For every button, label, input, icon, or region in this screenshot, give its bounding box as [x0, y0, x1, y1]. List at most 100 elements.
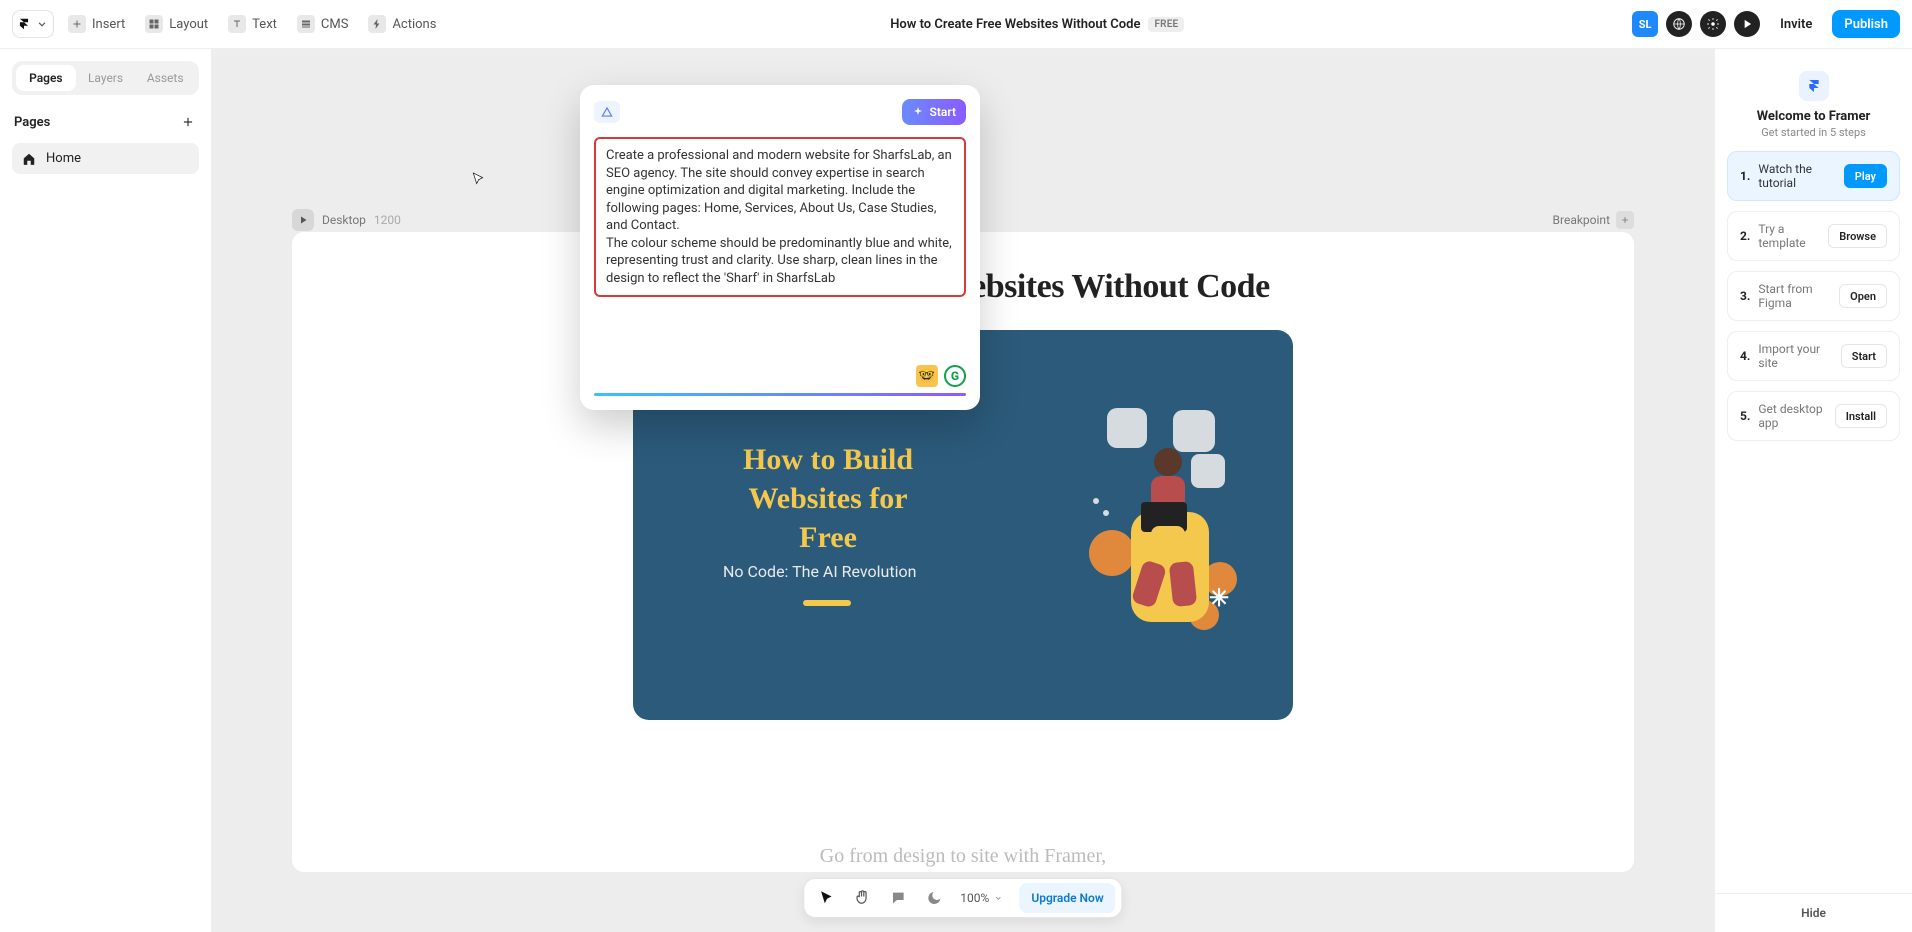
comment-icon	[890, 890, 906, 906]
bp-device-label: Desktop	[322, 213, 366, 227]
layout-icon	[145, 15, 163, 33]
tool-comment-button[interactable]	[882, 882, 914, 914]
cms-icon	[297, 15, 315, 33]
step-play-button[interactable]: Play	[1844, 164, 1887, 188]
insert-label: Insert	[92, 17, 125, 32]
hero-title: How to Build Websites for Free	[743, 440, 913, 557]
step-install-button[interactable]: Install	[1835, 404, 1887, 428]
text-menu[interactable]: Text	[222, 10, 283, 38]
hand-icon	[853, 889, 871, 907]
hero-dot	[1093, 498, 1099, 504]
tool-pan-button[interactable]	[846, 882, 878, 914]
moon-icon	[926, 890, 942, 906]
right-panel-header: Welcome to Framer Get started in 5 steps	[1715, 49, 1912, 151]
cursor-icon	[817, 889, 835, 907]
ai-prompt-modal: Start Create a professional and modern w…	[580, 85, 980, 410]
grammarly-icon[interactable]: G	[944, 365, 966, 387]
hero-line3: Free	[743, 518, 913, 557]
tab-pages[interactable]: Pages	[16, 65, 76, 91]
step-desktop-app[interactable]: 5. Get desktop app Install	[1727, 391, 1900, 441]
ai-gradient-bar	[594, 393, 966, 396]
add-breakpoint-button[interactable]	[1616, 211, 1634, 229]
step-open-button[interactable]: Open	[1839, 284, 1887, 308]
hero-underline	[803, 600, 851, 606]
cms-menu[interactable]: CMS	[291, 10, 355, 38]
tab-layers[interactable]: Layers	[76, 65, 136, 91]
publish-button[interactable]: Publish	[1832, 10, 1900, 38]
add-page-button[interactable]	[179, 113, 197, 131]
tool-select-button[interactable]	[810, 882, 842, 914]
emoji-icon[interactable]: 🤓	[916, 365, 938, 387]
user-avatar[interactable]: SL	[1632, 11, 1658, 37]
text-label: Text	[252, 17, 277, 32]
workspace: Pages Layers Assets Pages Home Desktop 1…	[0, 49, 1912, 932]
step-start-button[interactable]: Start	[1841, 344, 1887, 368]
preview-button[interactable]	[1734, 11, 1760, 37]
invite-button[interactable]: Invite	[1768, 10, 1824, 38]
step-try-template[interactable]: 2. Try a template Browse	[1727, 211, 1900, 261]
ai-start-button[interactable]: Start	[902, 99, 966, 125]
step-start-figma[interactable]: 3. Start from Figma Open	[1727, 271, 1900, 321]
topbar: Insert Layout Text CMS Actions How to Cr…	[0, 0, 1912, 49]
ai-prompt-input[interactable]: Create a professional and modern website…	[594, 137, 966, 297]
plus-icon	[1620, 215, 1630, 225]
step-label: Watch the tutorial	[1758, 162, 1835, 190]
canvas-inner: Desktop 1200 Breakpoint How to Create Fr…	[212, 49, 1714, 932]
plus-icon	[181, 115, 195, 129]
right-panel: Welcome to Framer Get started in 5 steps…	[1714, 49, 1912, 932]
step-num: 2.	[1740, 229, 1750, 243]
left-panel: Pages Layers Assets Pages Home	[0, 49, 212, 932]
page-item-home[interactable]: Home	[12, 143, 199, 174]
step-watch-tutorial[interactable]: 1. Watch the tutorial Play	[1727, 151, 1900, 201]
pages-section-label: Pages	[14, 115, 50, 130]
ai-modal-footer: 🤓 G	[594, 297, 966, 387]
layout-menu[interactable]: Layout	[139, 10, 214, 38]
frame-subtitle: Go from design to site with Framer,	[820, 845, 1106, 868]
hide-panel-button[interactable]: Hide	[1715, 893, 1912, 932]
framer-logo-small	[1799, 71, 1829, 101]
text-icon	[228, 15, 246, 33]
page-item-label: Home	[46, 151, 81, 166]
globe-icon	[1672, 17, 1686, 31]
step-label: Try a template	[1758, 222, 1820, 250]
tab-assets[interactable]: Assets	[135, 65, 195, 91]
breakpoint-left: Desktop 1200	[292, 209, 401, 231]
topbar-left: Insert Layout Text CMS Actions	[12, 10, 442, 38]
hero-line1: How to Build	[743, 440, 913, 479]
insert-menu[interactable]: Insert	[62, 10, 131, 38]
actions-label: Actions	[392, 17, 436, 32]
cms-label: CMS	[321, 17, 349, 32]
settings-button[interactable]	[1700, 11, 1726, 37]
hero-subtitle: No Code: The AI Revolution	[723, 562, 916, 581]
globe-button[interactable]	[1666, 11, 1692, 37]
play-icon	[1740, 17, 1754, 31]
framer-logo-icon	[1806, 78, 1822, 94]
bp-width-label: 1200	[374, 213, 401, 227]
canvas[interactable]: Desktop 1200 Breakpoint How to Create Fr…	[212, 49, 1714, 932]
floating-toolbar: 100% Upgrade Now	[803, 878, 1122, 918]
step-num: 4.	[1740, 349, 1750, 363]
ai-modal-header: Start	[594, 99, 966, 125]
triangle-icon	[599, 105, 615, 119]
free-badge: FREE	[1148, 17, 1184, 32]
zoom-control[interactable]: 100%	[954, 891, 1009, 905]
step-label: Start from Figma	[1758, 282, 1831, 310]
upgrade-button[interactable]: Upgrade Now	[1019, 883, 1115, 913]
actions-menu[interactable]: Actions	[362, 10, 442, 38]
pages-section-header: Pages	[12, 103, 199, 135]
welcome-subtitle: Get started in 5 steps	[1731, 126, 1896, 139]
step-browse-button[interactable]: Browse	[1828, 224, 1887, 248]
breakpoint-play-button[interactable]	[292, 209, 314, 231]
step-num: 1.	[1740, 169, 1750, 183]
framer-menu-button[interactable]	[12, 10, 54, 38]
tool-darkmode-button[interactable]	[918, 882, 950, 914]
step-import-site[interactable]: 4. Import your site Start	[1727, 331, 1900, 381]
bp-right-label: Breakpoint	[1553, 213, 1610, 227]
breakpoint-right: Breakpoint	[1553, 211, 1634, 229]
mouse-cursor-icon	[470, 171, 486, 191]
hero-dot	[1103, 510, 1109, 516]
framer-logo-icon	[17, 17, 31, 31]
hero-line2: Websites for	[743, 479, 913, 518]
chevron-down-icon	[993, 893, 1003, 903]
topbar-center: How to Create Free Websites Without Code…	[450, 17, 1624, 32]
